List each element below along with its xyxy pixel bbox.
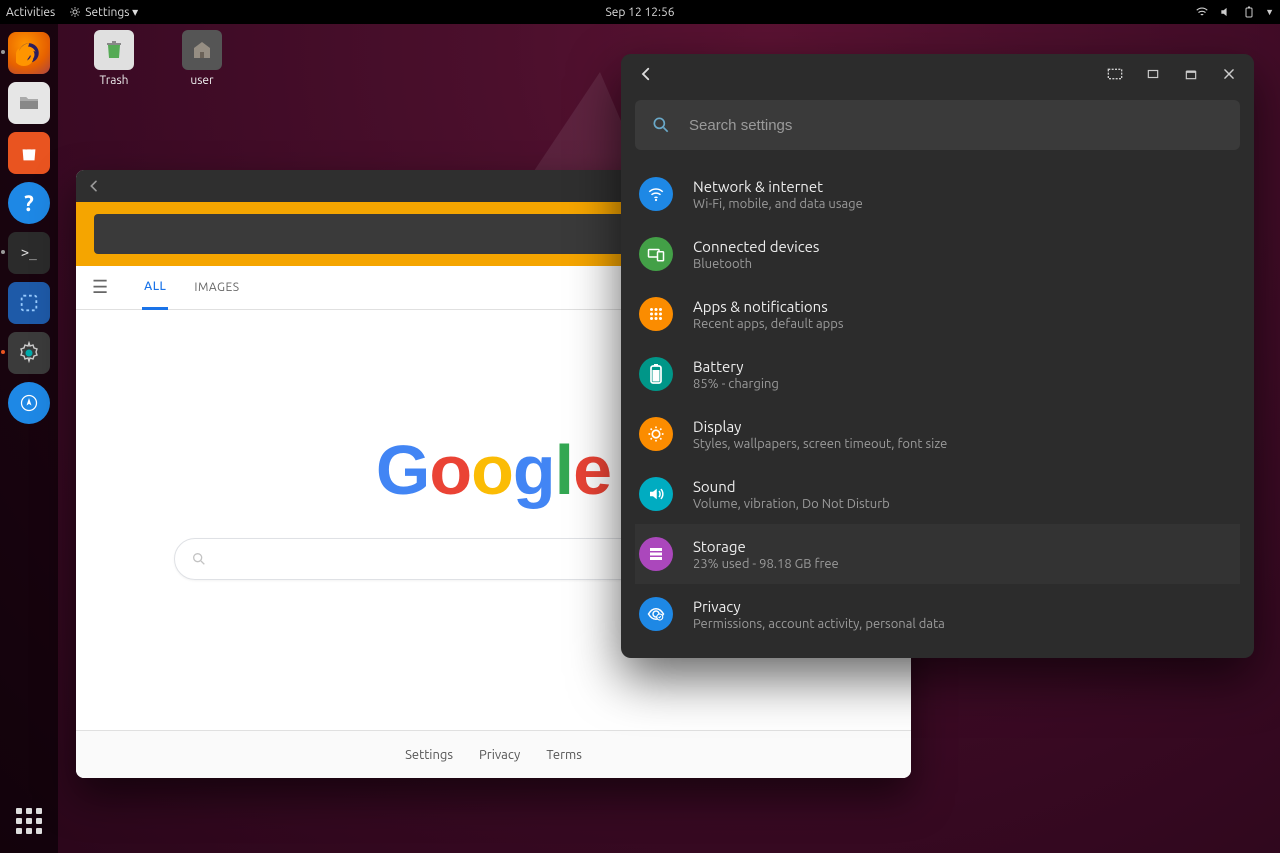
row-subtitle: Styles, wallpapers, screen timeout, font… — [693, 437, 947, 451]
settings-back-button[interactable] — [631, 59, 661, 89]
row-subtitle: Bluetooth — [693, 257, 819, 271]
row-subtitle: Permissions, account activity, personal … — [693, 617, 945, 631]
ubuntu-dock: ? >_ — [0, 24, 58, 853]
appmenu-label: Settings ▾ — [85, 5, 138, 19]
row-title: Storage — [693, 538, 839, 555]
row-title: Connected devices — [693, 238, 819, 255]
row-title: Privacy — [693, 598, 945, 615]
window-close-button[interactable] — [1214, 59, 1244, 89]
sound-icon — [639, 477, 673, 511]
dock-screenshot[interactable] — [8, 282, 50, 324]
apps-icon — [639, 297, 673, 331]
dock-help[interactable]: ? — [8, 182, 50, 224]
gear-icon — [69, 6, 81, 18]
settings-titlebar[interactable] — [621, 54, 1254, 94]
appmenu-button[interactable]: Settings ▾ — [69, 5, 138, 19]
shopping-bag-icon — [18, 142, 40, 164]
dock-software[interactable] — [8, 132, 50, 174]
screenshot-icon — [1107, 67, 1123, 81]
settings-list: Network & internet Wi-Fi, mobile, and da… — [635, 164, 1240, 644]
privacy-icon — [639, 597, 673, 631]
compass-icon — [19, 393, 39, 413]
storage-icon — [639, 537, 673, 571]
window-screenshot-button[interactable] — [1100, 59, 1130, 89]
footer-terms-link[interactable]: Terms — [546, 748, 582, 762]
search-icon — [191, 551, 207, 567]
row-title: Display — [693, 418, 947, 435]
footer-settings-link[interactable]: Settings — [405, 748, 453, 762]
footer-privacy-link[interactable]: Privacy — [479, 748, 520, 762]
gnome-topbar: Activities Settings ▾ Sep 12 12:56 ▼ — [0, 0, 1280, 24]
android-settings-window: Network & internet Wi-Fi, mobile, and da… — [621, 54, 1254, 658]
hamburger-icon[interactable]: ☰ — [92, 277, 108, 298]
row-subtitle: Volume, vibration, Do Not Disturb — [693, 497, 890, 511]
row-subtitle: 23% used - 98.18 GB free — [693, 557, 839, 571]
battery-icon — [1243, 5, 1255, 19]
chevron-left-icon — [86, 178, 102, 194]
row-subtitle: Wi-Fi, mobile, and data usage — [693, 197, 863, 211]
chevron-left-icon — [637, 65, 655, 83]
row-title: Sound — [693, 478, 890, 495]
selection-icon — [18, 292, 40, 314]
minimize-icon — [1146, 67, 1160, 81]
show-applications-button[interactable] — [13, 805, 45, 837]
row-title: Apps & notifications — [693, 298, 844, 315]
dock-settings[interactable] — [8, 332, 50, 374]
home-folder-icon — [190, 38, 214, 62]
desktop-trash-label: Trash — [74, 74, 154, 87]
battery-icon — [639, 357, 673, 391]
row-title: Battery — [693, 358, 779, 375]
devices-icon — [639, 237, 673, 271]
gear-icon — [17, 341, 41, 365]
tab-all[interactable]: ALL — [142, 266, 168, 310]
row-subtitle: 85% - charging — [693, 377, 779, 391]
desktop-trash[interactable]: Trash — [74, 30, 154, 87]
terminal-icon: >_ — [21, 246, 37, 261]
volume-icon — [1219, 5, 1233, 19]
desktop-home[interactable]: user — [162, 30, 242, 87]
window-maximize-button[interactable] — [1176, 59, 1206, 89]
question-icon: ? — [24, 191, 34, 216]
settings-row-display[interactable]: Display Styles, wallpapers, screen timeo… — [635, 404, 1240, 464]
browser-back-button[interactable] — [86, 178, 102, 194]
dock-firefox[interactable] — [8, 32, 50, 74]
settings-row-apps[interactable]: Apps & notifications Recent apps, defaul… — [635, 284, 1240, 344]
settings-row-connected-devices[interactable]: Connected devices Bluetooth — [635, 224, 1240, 284]
firefox-icon — [16, 40, 42, 66]
dock-files[interactable] — [8, 82, 50, 124]
clock[interactable]: Sep 12 12:56 — [606, 6, 675, 19]
google-footer: Settings Privacy Terms — [76, 730, 911, 778]
system-status-area[interactable]: ▼ — [1195, 5, 1274, 19]
window-minimize-button[interactable] — [1138, 59, 1168, 89]
settings-row-network[interactable]: Network & internet Wi-Fi, mobile, and da… — [635, 164, 1240, 224]
settings-row-sound[interactable]: Sound Volume, vibration, Do Not Disturb — [635, 464, 1240, 524]
maximize-icon — [1184, 67, 1198, 81]
settings-search[interactable] — [635, 100, 1240, 150]
desktop-home-label: user — [162, 74, 242, 87]
activities-button[interactable]: Activities — [6, 6, 55, 19]
settings-search-input[interactable] — [689, 117, 1224, 134]
row-subtitle: Recent apps, default apps — [693, 317, 844, 331]
close-icon — [1222, 67, 1236, 81]
dock-web[interactable] — [8, 382, 50, 424]
dock-terminal[interactable]: >_ — [8, 232, 50, 274]
display-icon — [639, 417, 673, 451]
chevron-down-icon: ▼ — [1265, 7, 1274, 17]
tab-images[interactable]: IMAGES — [192, 267, 241, 308]
settings-row-storage[interactable]: Storage 23% used - 98.18 GB free — [635, 524, 1240, 584]
folder-icon — [17, 91, 41, 115]
settings-row-privacy[interactable]: Privacy Permissions, account activity, p… — [635, 584, 1240, 644]
trash-icon — [102, 38, 126, 62]
wifi-icon — [1195, 5, 1209, 19]
wifi-icon — [639, 177, 673, 211]
row-title: Network & internet — [693, 178, 863, 195]
settings-row-battery[interactable]: Battery 85% - charging — [635, 344, 1240, 404]
search-icon — [651, 115, 671, 135]
